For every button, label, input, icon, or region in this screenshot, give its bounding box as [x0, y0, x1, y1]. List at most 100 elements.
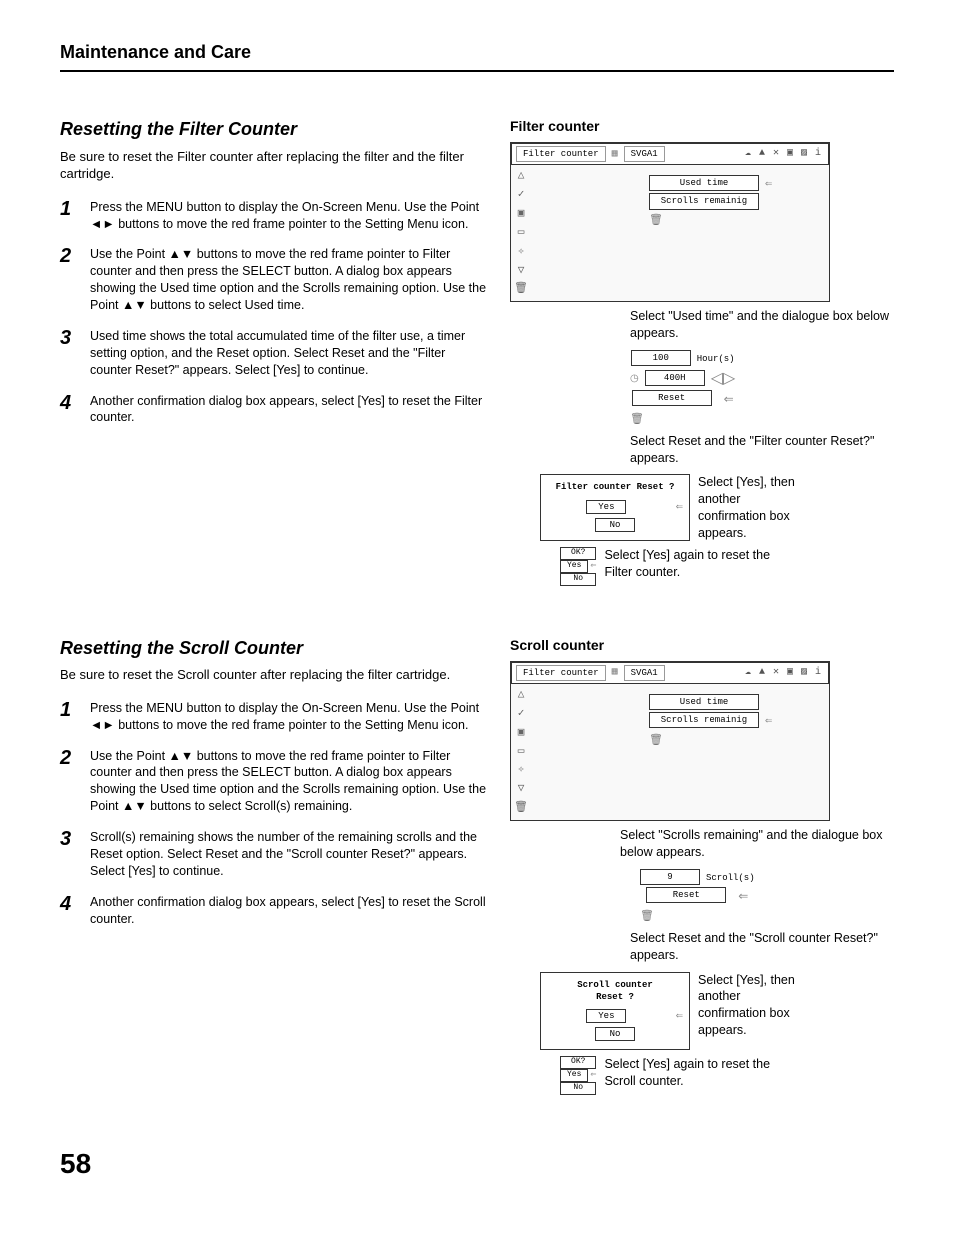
- caption-3b: Select [Yes], then another confirmation …: [698, 972, 808, 1040]
- chart-icon: ▦: [612, 666, 618, 680]
- yes-button: Yes: [586, 500, 626, 514]
- step-number: 2: [60, 246, 76, 314]
- ok-dialog: OK? Yes⇐ No: [560, 547, 596, 586]
- reset-option: Reset: [646, 887, 726, 903]
- tool-icon: ✕: [770, 667, 782, 679]
- caption-1: Select "Used time" and the dialogue box …: [630, 308, 894, 342]
- lr-icon: ◁▷: [711, 368, 736, 390]
- step-number: 2: [60, 748, 76, 816]
- no-button: No: [560, 573, 596, 586]
- signal-label: SVGA1: [624, 146, 665, 162]
- section-title-b: Resetting the Scroll Counter: [60, 636, 490, 660]
- tool-icon: ✕: [770, 148, 782, 160]
- clock-icon: ◷: [630, 372, 639, 386]
- page-header: Maintenance and Care: [60, 40, 894, 72]
- info-icon: i: [812, 667, 824, 679]
- step-text: Press the MENU button to display the On-…: [90, 700, 490, 734]
- option-used-time: Used time: [649, 694, 759, 710]
- step-text: Use the Point ▲▼ buttons to move the red…: [90, 246, 490, 314]
- pointer-icon: ⇐: [676, 499, 683, 515]
- osd-title-a: Filter counter: [510, 117, 894, 136]
- wand-icon: ✧: [518, 763, 525, 778]
- step-number: 1: [60, 700, 76, 734]
- pointer-icon: ⇐: [588, 560, 596, 574]
- pointer-icon: ⇐: [724, 391, 734, 407]
- osd-menu-bar: Filter counter ▦ SVGA1 ☁ ▲ ✕ ▣ ▨ i: [511, 662, 829, 684]
- step-number: 4: [60, 393, 76, 427]
- no-button: No: [595, 1027, 635, 1041]
- no-button: No: [595, 518, 635, 532]
- gear-icon: ▣: [518, 207, 525, 222]
- up-icon: △: [518, 688, 525, 703]
- option-scrolls: Scrolls remainig: [649, 193, 759, 209]
- step-4: 4 Another confirmation dialog box appear…: [60, 393, 490, 427]
- pointer-icon: ⇐: [765, 713, 772, 729]
- menu-icon-strip: ☁ ▲ ✕ ▣ ▨ i: [742, 667, 824, 679]
- step-text: Used time shows the total accumulated ti…: [90, 328, 490, 379]
- step-text: Another confirmation dialog box appears,…: [90, 894, 490, 928]
- osd-title-b: Scroll counter: [510, 636, 894, 655]
- section-title-a: Resetting the Filter Counter: [60, 117, 490, 141]
- intro-b: Be sure to reset the Scroll counter afte…: [60, 666, 490, 684]
- intro-a: Be sure to reset the Filter counter afte…: [60, 148, 490, 183]
- user-icon: ▲: [756, 667, 768, 679]
- dialog-scrolls: 9Scroll(s) Reset⇐ 🗑: [640, 869, 755, 924]
- step-1: 1 Press the MENU button to display the O…: [60, 199, 490, 233]
- pointer-icon: ⇐: [765, 176, 772, 192]
- caption-4b: Select [Yes] again to reset the Scroll c…: [604, 1056, 784, 1090]
- step-number: 3: [60, 328, 76, 379]
- step-number: 3: [60, 829, 76, 880]
- yes-button: Yes: [560, 1069, 588, 1082]
- menu-icon-strip: ☁ ▲ ✕ ▣ ▨ i: [742, 148, 824, 160]
- chart-icon: ▦: [612, 148, 618, 162]
- user-icon: ▲: [756, 148, 768, 160]
- trash-icon: 🗑: [630, 412, 735, 427]
- section-scroll-counter: Resetting the Scroll Counter Be sure to …: [60, 636, 894, 1095]
- step-3: 3 Scroll(s) remaining shows the number o…: [60, 829, 490, 880]
- gear-icon: ▣: [518, 726, 525, 741]
- confirm-dialog: Scroll counter Reset ? Yes⇐ No: [540, 972, 690, 1051]
- trash-icon: 🗑: [649, 214, 799, 229]
- menu-label: Filter counter: [516, 146, 606, 162]
- trash-icon: 🗑: [649, 734, 799, 749]
- value-9: 9: [640, 869, 700, 885]
- step-2: 2 Use the Point ▲▼ buttons to move the r…: [60, 748, 490, 816]
- caption-2b: Select Reset and the "Scroll counter Res…: [630, 930, 894, 964]
- side-icons: △ ✓ ▣ ▭ ✧ ▽ 🗑: [511, 684, 531, 820]
- step-text: Another confirmation dialog box appears,…: [90, 393, 490, 427]
- screen2-icon: ▭: [518, 745, 525, 760]
- step-number: 1: [60, 199, 76, 233]
- step-text: Use the Point ▲▼ buttons to move the red…: [90, 748, 490, 816]
- screen-icon: ▣: [784, 667, 796, 679]
- up-icon: △: [518, 169, 525, 184]
- hatch-icon: ▨: [798, 667, 810, 679]
- ok-dialog: OK? Yes⇐ No: [560, 1056, 596, 1095]
- caption-4: Select [Yes] again to reset the Filter c…: [604, 547, 784, 581]
- check-icon: ✓: [518, 707, 525, 722]
- dialog-used-time: 100Hour(s) ◷400H◁▷ Reset⇐ 🗑: [630, 350, 735, 427]
- confirm-dialog: Filter counter Reset ? Yes ⇐ No: [540, 474, 690, 540]
- step-3: 3 Used time shows the total accumulated …: [60, 328, 490, 379]
- confirm-question: Filter counter Reset ?: [547, 481, 683, 493]
- chapter-title: Maintenance and Care: [60, 40, 894, 64]
- hours-label: Hour(s): [697, 353, 735, 365]
- pointer-icon: ⇐: [676, 1008, 683, 1024]
- caption-1b: Select "Scrolls remaining" and the dialo…: [620, 827, 894, 861]
- hatch-icon: ▨: [798, 148, 810, 160]
- trash-icon: 🗑: [514, 282, 528, 297]
- step-text: Press the MENU button to display the On-…: [90, 199, 490, 233]
- signal-label: SVGA1: [624, 665, 665, 681]
- confirm-question: Scroll counter Reset ?: [547, 979, 683, 1003]
- osd-menu-bar: Filter counter ▦ SVGA1 ☁ ▲ ✕ ▣ ▨ i: [511, 143, 829, 165]
- trash-icon: 🗑: [640, 909, 755, 924]
- caption-3: Select [Yes], then another confirmation …: [698, 474, 808, 542]
- wand-icon: ✧: [518, 245, 525, 260]
- cloud-icon: ☁: [742, 148, 754, 160]
- ok-label: OK?: [560, 1056, 596, 1069]
- page-number: 58: [60, 1145, 894, 1183]
- menu-label: Filter counter: [516, 665, 606, 681]
- cloud-icon: ☁: [742, 667, 754, 679]
- pointer-icon: ⇐: [738, 888, 748, 904]
- step-1: 1 Press the MENU button to display the O…: [60, 700, 490, 734]
- caption-2: Select Reset and the "Filter counter Res…: [630, 433, 894, 467]
